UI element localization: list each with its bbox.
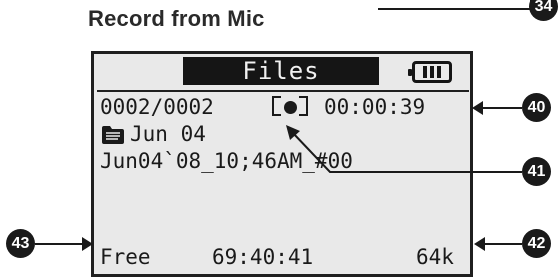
free-time: 69:40:41 [212, 245, 314, 269]
folder-name: Jun 04 [130, 122, 206, 146]
record-indicator-icon [269, 95, 311, 119]
screen-title: Files [183, 57, 379, 85]
file-counter: 0002/0002 [100, 95, 214, 119]
battery-full-icon [408, 61, 452, 83]
arrow-40 [472, 101, 522, 115]
section-title: Record from Mic [88, 6, 265, 31]
title-separator [97, 90, 469, 92]
bitrate: 64k [416, 245, 454, 269]
top-leader-line [378, 0, 532, 10]
folder-icon [102, 126, 124, 144]
elapsed-time: 00:00:39 [324, 95, 426, 119]
file-name: Jun04`08_10;46AM_#00 [100, 149, 353, 173]
callout-43: 43 [6, 229, 35, 258]
arrow-43 [35, 237, 93, 251]
callout-41: 41 [522, 157, 551, 186]
free-label: Free [100, 245, 151, 269]
callout-40: 40 [522, 93, 551, 122]
lcd-screen: Files 0002/0002 00:00:39 Jun 04 Jun04`08… [91, 51, 473, 277]
callout-34: 34 [529, 0, 558, 21]
callout-42: 42 [522, 229, 551, 258]
arrow-42 [474, 237, 522, 251]
